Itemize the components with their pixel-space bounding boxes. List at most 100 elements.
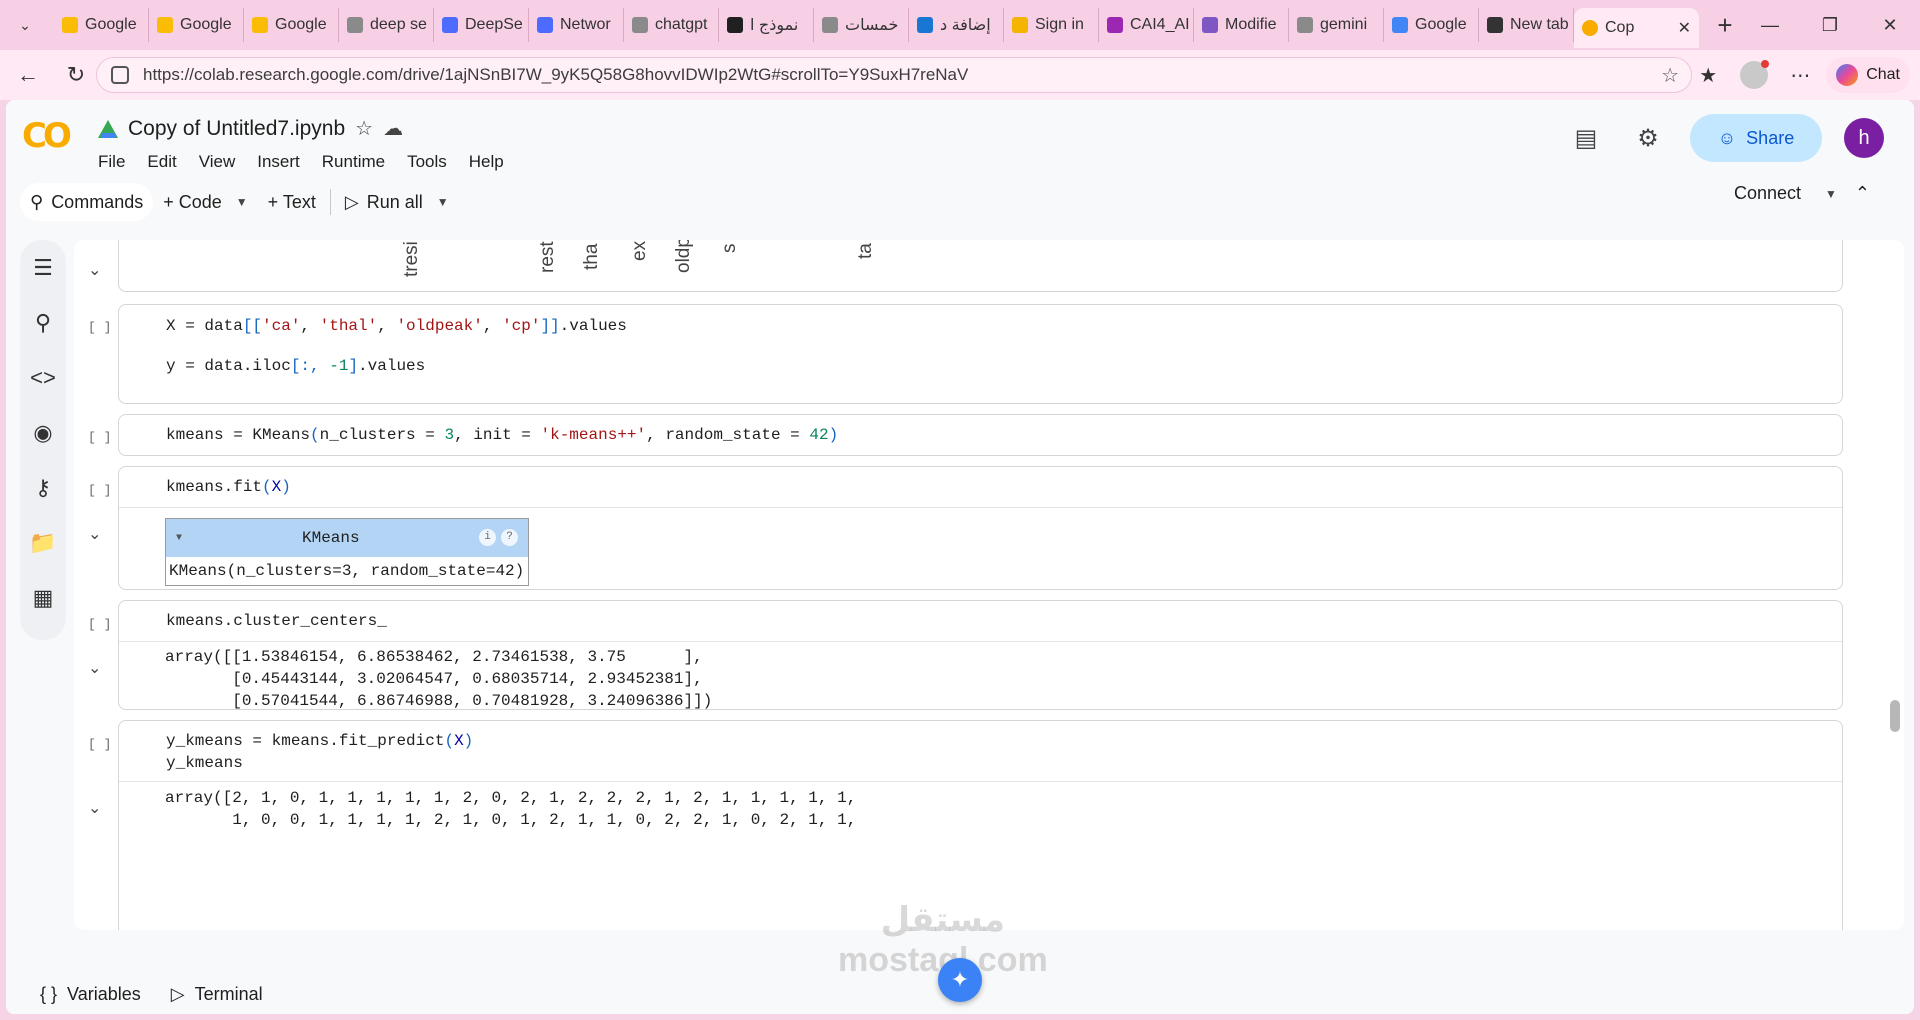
cell-run-button[interactable]: [ ]: [88, 617, 111, 632]
browser-tab[interactable]: خمسات: [814, 8, 909, 42]
url-text[interactable]: https://colab.research.google.com/drive/…: [143, 65, 968, 85]
browser-tab[interactable]: إضافة د: [909, 8, 1004, 42]
info-icon[interactable]: i: [479, 529, 496, 546]
kmeans-estimator-widget[interactable]: ▼ KMeans i ? KMeans(n_clusters=3, random…: [165, 518, 529, 586]
star-notebook-icon[interactable]: ☆: [355, 116, 373, 141]
menu-insert[interactable]: Insert: [257, 152, 300, 172]
commands-button[interactable]: ⚲ Commands: [20, 183, 154, 221]
browser-tab[interactable]: New tab: [1479, 8, 1574, 42]
notebook-scrollbar[interactable]: [1890, 700, 1900, 732]
browser-tab[interactable]: Google: [1384, 8, 1479, 42]
notebook-title[interactable]: Copy of Untitled7.ipynb: [128, 117, 345, 141]
connect-dropdown-icon[interactable]: ▼: [1825, 187, 1837, 201]
tab-favicon-icon: [1392, 17, 1408, 33]
share-button[interactable]: ☺ Share: [1690, 114, 1822, 162]
browser-tab[interactable]: chatgpt: [624, 8, 719, 42]
cell-run-button[interactable]: [ ]: [88, 320, 111, 335]
code-line[interactable]: kmeans.fit(X): [119, 476, 1842, 498]
files-folder-icon[interactable]: 📁: [20, 515, 66, 570]
collapse-output-icon[interactable]: ⌄: [88, 260, 101, 280]
cell-output: ▼ KMeans i ? KMeans(n_clusters=3, random…: [119, 507, 1842, 591]
menu-tools[interactable]: Tools: [407, 152, 447, 172]
cell-input[interactable]: kmeans.fit(X): [119, 467, 1842, 507]
kmeans-widget-header[interactable]: ▼ KMeans i ?: [166, 519, 528, 557]
code-line[interactable]: y = data.iloc[:, -1].values: [119, 355, 1842, 377]
collapse-output-icon[interactable]: ⌄: [88, 658, 101, 678]
chevron-down-icon[interactable]: ▼: [437, 195, 449, 209]
browser-tab[interactable]: CAI4_AI: [1099, 8, 1194, 42]
cell-run-button[interactable]: [ ]: [88, 430, 111, 445]
gemini-sparkle-button[interactable]: ✦: [938, 958, 982, 1002]
help-icon[interactable]: ?: [501, 529, 518, 546]
browser-tab[interactable]: نموذج ا: [719, 8, 814, 42]
browser-tab[interactable]: Modifie: [1194, 8, 1289, 42]
browser-tab[interactable]: Google: [244, 8, 339, 42]
tab-active[interactable]: Cop ✕: [1574, 8, 1699, 48]
code-line[interactable]: y_kmeans: [119, 752, 1842, 774]
more-menu-icon[interactable]: ⋯: [1780, 55, 1820, 95]
new-tab-plus-icon[interactable]: +: [1707, 7, 1743, 43]
browser-tab[interactable]: Google: [149, 8, 244, 42]
chevron-down-icon[interactable]: ▼: [236, 195, 248, 209]
table-of-contents-icon[interactable]: ☰: [20, 240, 66, 295]
code-cell[interactable]: kmeans = KMeans(n_clusters = 3, init = '…: [118, 414, 1843, 456]
browser-tab[interactable]: Sign in: [1004, 8, 1099, 42]
code-line[interactable]: kmeans.cluster_centers_: [119, 610, 1842, 632]
back-arrow-icon[interactable]: ←: [8, 55, 48, 95]
code-cell[interactable]: kmeans.fit(X) ▼ KMeans i ? KMeans(n_clus…: [118, 466, 1843, 590]
variables-button[interactable]: { } Variables: [40, 984, 141, 1005]
cell-run-button[interactable]: [ ]: [88, 737, 111, 752]
terminal-button[interactable]: ▷ Terminal: [171, 984, 263, 1005]
restore-icon[interactable]: ❐: [1800, 0, 1860, 50]
browser-tab[interactable]: gemini: [1289, 8, 1384, 42]
collapse-output-icon[interactable]: ⌄: [88, 524, 101, 544]
add-code-button[interactable]: + Code ▼: [153, 183, 257, 221]
menu-view[interactable]: View: [199, 152, 236, 172]
menu-help[interactable]: Help: [469, 152, 504, 172]
site-info-icon[interactable]: [111, 66, 129, 84]
code-cell[interactable]: X = data[['ca', 'thal', 'oldpeak', 'cp']…: [118, 304, 1843, 404]
connect-button[interactable]: Connect: [1734, 183, 1801, 204]
cell-input[interactable]: y_kmeans = kmeans.fit_predict(X) y_kmean…: [119, 721, 1842, 781]
browser-tab[interactable]: Networ: [529, 8, 624, 42]
browser-tab[interactable]: deep se: [339, 8, 434, 42]
run-all-button[interactable]: ▷ Run all ▼: [335, 183, 459, 221]
account-avatar[interactable]: h: [1844, 118, 1884, 158]
code-line[interactable]: y_kmeans = kmeans.fit_predict(X): [119, 730, 1842, 752]
menu-edit[interactable]: Edit: [147, 152, 176, 172]
code-snippets-icon[interactable]: <>: [20, 350, 66, 405]
close-window-icon[interactable]: ✕: [1860, 0, 1920, 50]
settings-gear-icon[interactable]: ⚙: [1628, 118, 1668, 158]
code-line[interactable]: X = data[['ca', 'thal', 'oldpeak', 'cp']…: [119, 315, 1842, 337]
bookmark-star-icon[interactable]: ☆: [1661, 63, 1679, 88]
tab-label: Google: [275, 16, 327, 33]
collapse-header-icon[interactable]: ⌃: [1855, 183, 1870, 204]
browser-tab[interactable]: DeepSe: [434, 8, 529, 42]
tab-close-icon[interactable]: ✕: [1678, 18, 1691, 38]
collapse-output-icon[interactable]: ⌄: [88, 798, 101, 818]
menu-runtime[interactable]: Runtime: [322, 152, 385, 172]
reload-icon[interactable]: ↻: [56, 55, 96, 95]
code-cell[interactable]: y_kmeans = kmeans.fit_predict(X) y_kmean…: [118, 720, 1843, 930]
browser-tab[interactable]: Google: [54, 8, 149, 42]
menu-file[interactable]: File: [98, 152, 125, 172]
find-replace-icon[interactable]: ⚲: [20, 295, 66, 350]
secrets-key-icon[interactable]: ⚷: [20, 460, 66, 515]
add-text-button[interactable]: + Text: [258, 183, 326, 221]
comments-icon[interactable]: ▤: [1566, 118, 1606, 158]
minimize-icon[interactable]: —: [1740, 0, 1800, 50]
drive-icon[interactable]: [98, 119, 118, 138]
tab-search-chevron-icon[interactable]: ⌄: [6, 6, 44, 44]
profile-icon[interactable]: [1734, 55, 1774, 95]
data-table-icon[interactable]: ▦: [20, 570, 66, 625]
cell-input[interactable]: kmeans.cluster_centers_: [119, 601, 1842, 641]
variables-eye-icon[interactable]: ◉: [20, 405, 66, 460]
copilot-chat-button[interactable]: Chat: [1826, 57, 1910, 93]
address-bar[interactable]: https://colab.research.google.com/drive/…: [96, 57, 1692, 93]
code-cell[interactable]: kmeans.cluster_centers_ array([[1.538461…: [118, 600, 1843, 710]
code-line[interactable]: kmeans = KMeans(n_clusters = 3, init = '…: [119, 424, 1842, 446]
colab-logo[interactable]: CO: [22, 116, 78, 156]
cell-run-button[interactable]: [ ]: [88, 483, 111, 498]
expand-triangle-icon[interactable]: ▼: [176, 533, 182, 544]
favorites-icon[interactable]: ★: [1688, 55, 1728, 95]
